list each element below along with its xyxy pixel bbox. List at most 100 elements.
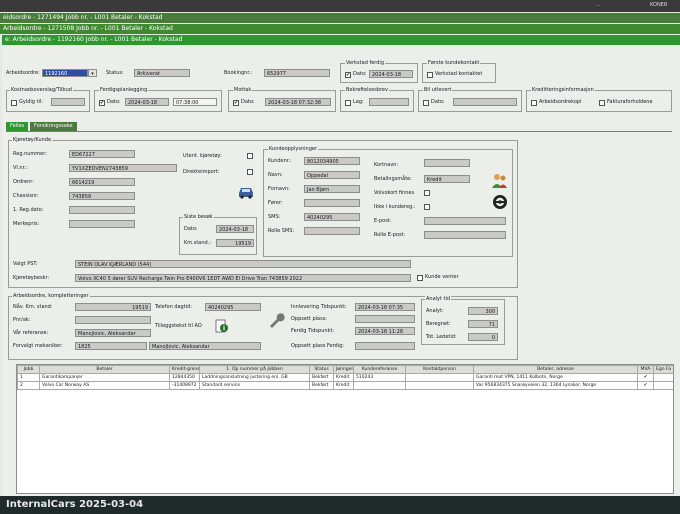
desktop-top-strip xyxy=(0,0,680,12)
info-document-icon[interactable] xyxy=(215,319,229,333)
col-header[interactable]: Kundereferanse xyxy=(353,365,406,374)
table-cell: Garanti mot VPN, 1411 Kolbotn, Norge xyxy=(473,373,638,382)
col-header[interactable]: Egn Fa xyxy=(653,365,673,374)
mva-check[interactable]: ✔ xyxy=(637,381,654,390)
mva-check[interactable]: ✔ xyxy=(637,373,654,382)
main-window: Arbeidsordre: 1192160 ▾ Status: Arkivera… xyxy=(2,46,680,500)
gyldig-check[interactable] xyxy=(11,100,17,106)
forste-kundekontakt-group: Første kundekontakt Verkstad kontaktet xyxy=(422,60,496,83)
mottak-group: Mottak ✔ Dato: 2024-03-18 07:32:38 xyxy=(228,87,336,112)
ordrenr-field[interactable]: 6614219 xyxy=(69,178,135,186)
verkstad-ferdig-dato[interactable]: 2024-03-18 xyxy=(369,70,413,78)
window-title-3[interactable]: e: Arbeidsordre - 1192160 Jobb nr. - L00… xyxy=(2,35,680,45)
window-title-1[interactable]: eidsordre - 1271494 Jobb nr. - L001 Beta… xyxy=(0,13,680,23)
forvalgt-code[interactable]: 1825 xyxy=(75,342,147,350)
betalingsmate-field[interactable]: Kredit xyxy=(424,175,470,183)
car-icon[interactable] xyxy=(237,185,255,199)
verkstad-ferdig-title: Verkstad ferdig xyxy=(345,60,385,66)
kunde-venter-label: Kunde venter xyxy=(425,274,459,280)
tilleggstekst-label: Tilleggstekst til AO xyxy=(155,323,202,329)
arbeidsordrekopi-check[interactable] xyxy=(531,100,537,106)
verkstad-kontaktet-check[interactable] xyxy=(427,72,433,78)
rolle-epost-field[interactable] xyxy=(424,231,506,239)
col-header[interactable]: Status xyxy=(309,365,334,374)
forer-field[interactable] xyxy=(304,199,360,207)
tab-felles[interactable]: Felles xyxy=(6,122,29,131)
regdato-field[interactable] xyxy=(69,206,135,214)
table-row[interactable]: 2 Volvo Car Norway AS -31408972 Standard… xyxy=(17,381,673,390)
bil-utlevert-check[interactable] xyxy=(423,100,429,106)
table-cell: Var 956834375 Snarøyveien 32, 1364 Lysak… xyxy=(473,381,638,390)
ferdig-field[interactable]: 2024-03-18 11:28 xyxy=(355,327,415,335)
col-header[interactable]: Jønngen xyxy=(333,365,354,374)
kundenr-label: Kundenr.: xyxy=(268,158,292,164)
nav-km-field[interactable]: 19519 xyxy=(75,303,151,311)
fornavn-field[interactable]: Jan Bjørn xyxy=(304,185,360,193)
table-row[interactable]: 1 Garantikampanjer 12844350 Laddningsans… xyxy=(17,373,673,382)
arbeidsordre-input[interactable]: 1192160 xyxy=(42,69,88,77)
beskr-label: Kjøretøybeskr: xyxy=(13,275,50,281)
var-ref-field[interactable]: Manojlovic, Aleksandar xyxy=(75,329,151,337)
kunde-venter-check[interactable] xyxy=(417,275,423,281)
oppsett-label: Oppsett plass: xyxy=(291,316,327,322)
direkteimport-check[interactable] xyxy=(247,169,253,175)
fakturaforholdene-check[interactable] xyxy=(599,100,605,106)
table-cell xyxy=(653,373,673,382)
volvokort-check[interactable] xyxy=(424,190,430,196)
lag-check[interactable] xyxy=(345,100,351,106)
oppsett-ferdig-field[interactable] xyxy=(355,342,415,350)
oppsett-ferdig-label: Oppsett plass Ferdig: xyxy=(291,343,344,349)
kundenr-field[interactable]: 8012034905 xyxy=(304,157,360,165)
arbeidsordre-dropdown-button[interactable]: ▾ xyxy=(88,69,97,77)
steering-wheel-icon[interactable] xyxy=(492,194,508,210)
mottak-dato[interactable]: 2024-03-18 07:32:38 xyxy=(265,98,331,106)
col-header[interactable]: Betaler xyxy=(39,365,170,374)
window-title-2[interactable]: Arbeidsordre - 1271508 Jobb nr. - L001 B… xyxy=(0,24,680,34)
tab-forsikringssake[interactable]: Forsikringssake xyxy=(30,122,77,131)
pnr-field[interactable] xyxy=(75,316,151,324)
wrench-icon[interactable] xyxy=(267,311,285,329)
epost-field[interactable] xyxy=(424,217,506,225)
col-header[interactable]: 1. Op nummer på Jobben xyxy=(199,365,310,374)
analyt-field: 300 xyxy=(468,307,498,315)
rolle-sms-label: Rolle SMS: xyxy=(268,228,295,234)
col-header[interactable]: MVA xyxy=(637,365,654,374)
mottak-check[interactable]: ✔ xyxy=(233,100,239,106)
table-cell: Volvo Car Norway AS xyxy=(39,381,170,390)
reg-field[interactable]: ED67227 xyxy=(69,150,135,158)
ferdigplanlegging-time[interactable]: 07:38:00 xyxy=(173,98,217,106)
kortnavn-field[interactable] xyxy=(424,159,470,167)
oppsett-field[interactable] xyxy=(355,315,415,323)
gyldig-label: Gyldig til: xyxy=(19,99,43,105)
verkstad-ferdig-check[interactable]: ✔ xyxy=(345,72,351,78)
gyldig-field[interactable] xyxy=(51,98,85,106)
sms-field[interactable]: 40240295 xyxy=(304,213,360,221)
analyt-group: Analyt tid Analyt: 300 Beregnet: 71 Tot.… xyxy=(421,296,505,345)
lag-field[interactable] xyxy=(369,98,409,106)
beskr-field[interactable]: Volvo XC40 5 dører SUV Recharge Twin Pro… xyxy=(75,274,411,282)
forvalgt-name[interactable]: Manojlovic, Aleksandar xyxy=(149,342,261,350)
merkepris-field[interactable] xyxy=(69,220,135,228)
customer-icon[interactable] xyxy=(490,172,508,190)
col-header[interactable]: Jobb xyxy=(17,365,40,374)
table-cell: 1 xyxy=(17,373,40,382)
bil-utlevert-dato[interactable] xyxy=(453,98,517,106)
utent-check[interactable] xyxy=(247,153,253,159)
rolle-sms-field[interactable] xyxy=(304,227,360,235)
innlevering-field[interactable]: 2024-03-18 07:35 xyxy=(355,303,415,311)
chassis-field[interactable]: 743859 xyxy=(69,192,135,200)
col-header[interactable]: Kredit-grense xyxy=(169,365,200,374)
navn-field[interactable]: Oppedal xyxy=(304,171,360,179)
valgt-pst-field[interactable]: STEIN OLAV KJÆRLAND (544) xyxy=(75,260,411,268)
telefon-field[interactable]: 40240295 xyxy=(205,303,261,311)
ikke-kundereg-check[interactable] xyxy=(424,204,430,210)
ordrenr-label: Ordrenr: xyxy=(13,179,34,185)
status-label: Status: xyxy=(106,70,124,76)
nav-km-label: Nåv. Km. stand: xyxy=(13,304,53,310)
col-header[interactable]: Kontaktperson xyxy=(405,365,474,374)
bookingnr-label: Bookingnr.: xyxy=(224,70,253,76)
ferdigplanlegging-check[interactable]: ✔ xyxy=(99,100,105,106)
col-header[interactable]: Betaler, adresse xyxy=(473,365,638,374)
ferdigplanlegging-dato[interactable]: 2024-03-18 xyxy=(125,98,169,106)
vin-field[interactable]: YV1XZEDVEN2743859 xyxy=(69,164,177,172)
